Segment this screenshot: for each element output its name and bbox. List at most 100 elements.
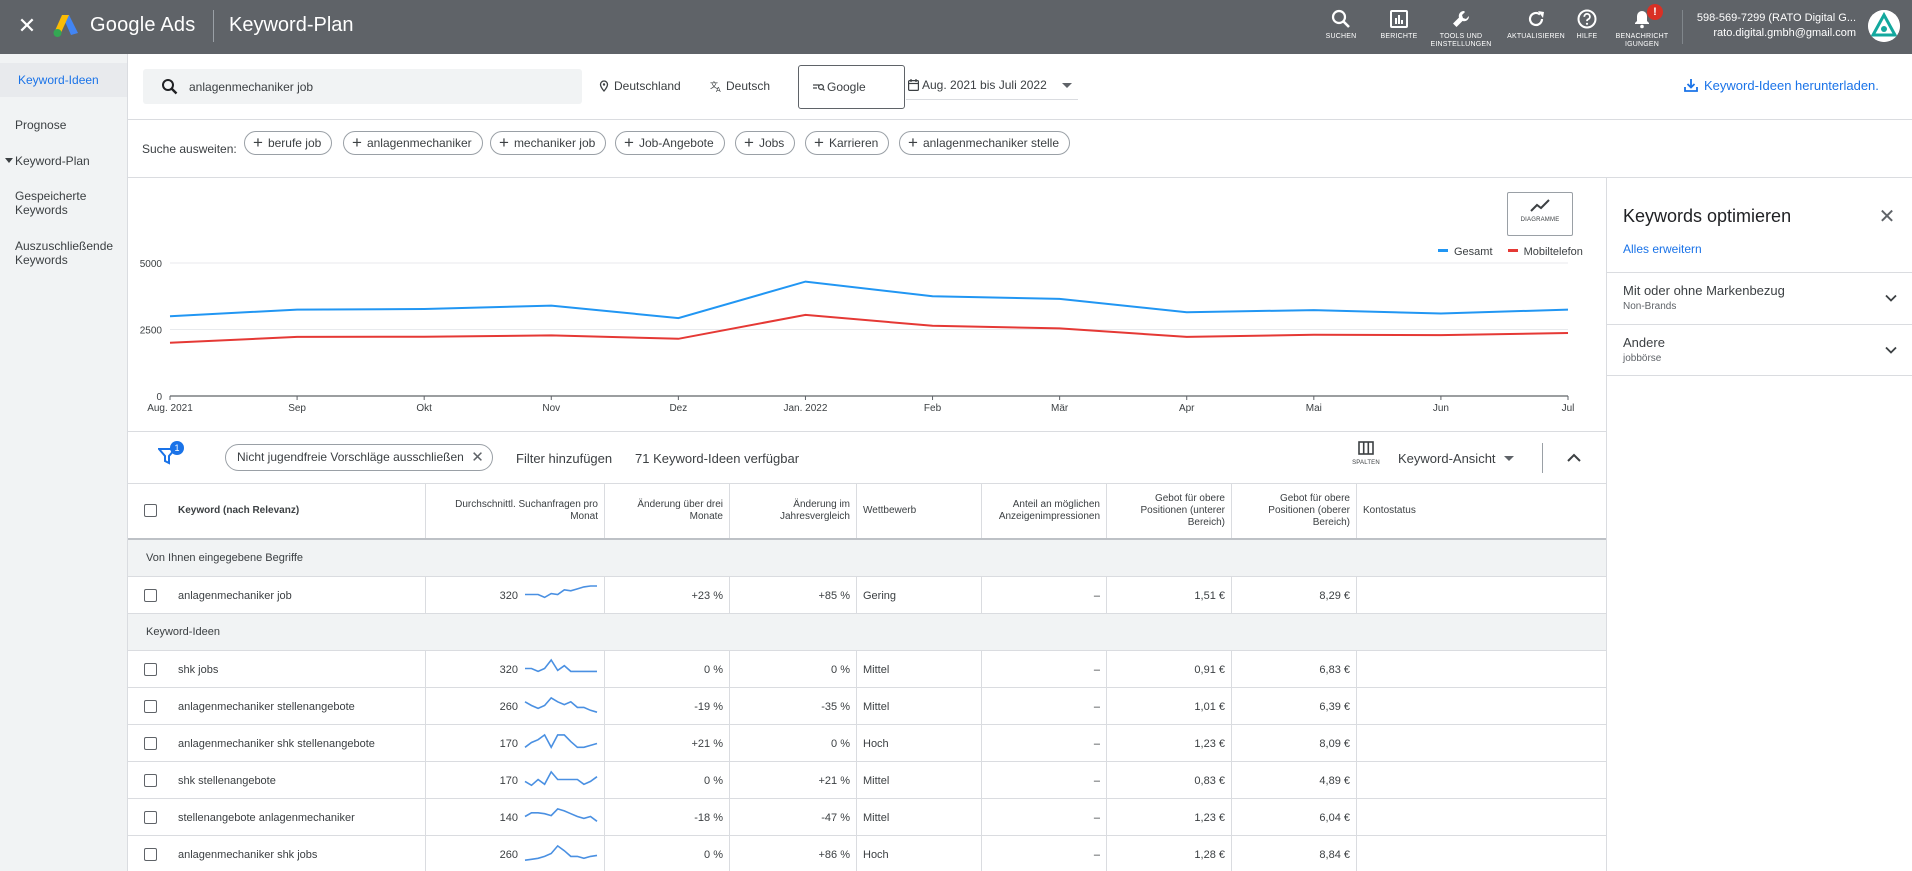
column-header-searches[interactable]: Durchschnittl. Suchanfragen pro Monat	[426, 484, 605, 538]
refine-keywords-panel: Keywords optimieren ✕ Alles erweitern Mi…	[1606, 178, 1912, 871]
column-header-bid-low[interactable]: Gebot für obere Positionen (unterer Bere…	[1107, 484, 1232, 538]
cell-impression-share: –	[982, 577, 1107, 614]
broaden-chip[interactable]: + mechaniker job	[490, 131, 607, 155]
chip-label: anlagenmechaniker	[366, 136, 472, 150]
reports-tool-label: BERICHTE	[1380, 33, 1418, 40]
sparkline-path	[524, 844, 598, 861]
charts-button[interactable]: DIAGRAMME	[1507, 192, 1573, 236]
cell-competition: Hoch	[857, 836, 982, 871]
nav-item-forecast[interactable]: Prognose	[0, 118, 127, 132]
date-range-selector[interactable]: Aug. 2021 bis Juli 2022	[906, 70, 1078, 100]
download-label: Keyword-Ideen herunterladen.	[1704, 78, 1879, 93]
broaden-chip[interactable]: + berufe job	[244, 131, 333, 155]
cell-bid-low: 1,28 €	[1107, 836, 1232, 871]
search-box[interactable]	[143, 69, 582, 104]
column-header-three-month-change[interactable]: Änderung über drei Monate	[605, 484, 730, 538]
column-header-account-status[interactable]: Kontostatus	[1357, 484, 1606, 538]
column-header-yoy-change[interactable]: Änderung im Jahresvergleich	[730, 484, 857, 538]
expand-all-link[interactable]: Alles erweitern	[1623, 242, 1702, 256]
x-tick-label: Nov	[542, 403, 560, 414]
row-checkbox[interactable]	[144, 848, 157, 861]
account-id: 598-569-7299 (RATO Digital G...	[1696, 12, 1856, 24]
account-switcher[interactable]: 598-569-7299 (RATO Digital G... rato.dig…	[1688, 11, 1856, 41]
legend-swatch-total	[1438, 249, 1448, 252]
nav-item-saved-keywords[interactable]: Gespeicherte Keywords	[0, 189, 127, 217]
broaden-chip[interactable]: + anlagenmechaniker	[343, 131, 483, 155]
network-selector[interactable]: Google	[798, 65, 905, 109]
language-selector[interactable]: 文 A Deutsch	[710, 79, 770, 93]
row-checkbox[interactable]	[144, 663, 157, 676]
search-network-icon	[813, 83, 825, 91]
nav-item-keyword-ideas[interactable]: Keyword-Ideen	[0, 63, 127, 97]
refine-section-other[interactable]: Andere jobbörse	[1607, 324, 1912, 376]
cell-bid-high: 4,89 €	[1232, 762, 1357, 799]
chip-label: Karrieren	[828, 136, 879, 150]
table-row[interactable]: anlagenmechaniker job 320 +23 % +85 % Gering…	[128, 577, 1606, 614]
row-checkbox[interactable]	[144, 589, 157, 602]
nav-item-negative-keywords[interactable]: Auszuschließende Keywords	[0, 239, 127, 267]
table-row[interactable]: anlagenmechaniker shk stellenangebote 170…	[128, 725, 1606, 762]
cell-keyword: anlagenmechaniker shk stellenangebote	[128, 725, 426, 762]
entered-rows: anlagenmechaniker job 320 +23 % +85 % Gering…	[128, 577, 1606, 614]
close-icon[interactable]: ✕	[14, 13, 40, 39]
column-header-keyword[interactable]: Keyword (nach Relevanz)	[178, 505, 299, 517]
notifications-tool-button[interactable]: ! BENACHRICHT IGUNGEN	[1607, 4, 1677, 49]
column-header-competition[interactable]: Wettbewerb	[857, 484, 982, 538]
column-header-bid-high[interactable]: Gebot für obere Positionen (oberer Berei…	[1232, 484, 1357, 538]
adult-filter-chip[interactable]: Nicht jugendfreie Vorschläge ausschließe…	[225, 444, 493, 471]
chip-label: berufe job	[267, 136, 322, 150]
keyword-view-dropdown[interactable]: Keyword-Ansicht	[1398, 451, 1514, 466]
cell-three-month-change: +23 %	[605, 577, 730, 614]
refine-section-brands[interactable]: Mit oder ohne Markenbezug Non-Brands	[1607, 272, 1912, 324]
sparkline-path	[524, 770, 598, 787]
search-input[interactable]	[189, 69, 569, 104]
cell-three-month-change: 0 %	[605, 836, 730, 871]
broaden-chip[interactable]: + Karrieren	[805, 131, 890, 155]
nav-item-label: Keyword-Ideen	[18, 73, 99, 87]
chip-label: anlagenmechaniker stelle	[922, 136, 1060, 150]
cell-three-month-change: -18 %	[605, 799, 730, 836]
row-checkbox[interactable]	[144, 737, 157, 750]
cell-account-status	[1357, 836, 1606, 871]
add-filter-button[interactable]: Filter hinzufügen	[516, 451, 612, 466]
close-icon[interactable]: ✕	[471, 445, 484, 470]
sparkline-path	[525, 585, 597, 599]
title-separator	[213, 10, 214, 42]
row-checkbox[interactable]	[144, 700, 157, 713]
table-row[interactable]: shk stellenangebote 170 0 % +21 % Mittel –0,8…	[128, 762, 1606, 799]
cell-bid-high: 8,09 €	[1232, 725, 1357, 762]
table-row[interactable]: shk jobs 320 0 % 0 % Mittel –0,91 €6,83 €	[128, 651, 1606, 688]
column-header-impression-share[interactable]: Anteil an möglichen Anzeigenimpressionen	[982, 484, 1107, 538]
keyword-text: shk jobs	[178, 663, 219, 676]
svg-text:A: A	[716, 87, 721, 92]
broaden-chip[interactable]: + Jobs	[735, 131, 796, 155]
location-selector[interactable]: Deutschland	[598, 79, 681, 93]
cell-bid-low: 0,83 €	[1107, 762, 1232, 799]
tools-settings-button[interactable]: TOOLS UND EINSTELLUNGEN	[1426, 8, 1496, 49]
keyword-text: anlagenmechaniker stellenangebote	[178, 700, 355, 713]
keyword-count: 71 Keyword-Ideen verfügbar	[635, 451, 800, 466]
chip-label: Job-Angebote	[638, 136, 714, 150]
table-row[interactable]: anlagenmechaniker shk jobs 260 0 % +86 % Hoc…	[128, 836, 1606, 871]
select-all-checkbox[interactable]	[144, 504, 157, 517]
table-row[interactable]: stellenangebote anlagenmechaniker 140 -18 …	[128, 799, 1606, 836]
broaden-chip[interactable]: + Job-Angebote	[615, 131, 725, 155]
row-checkbox[interactable]	[144, 811, 157, 824]
y-tick-label: 5000	[140, 259, 163, 270]
cell-bid-high: 6,39 €	[1232, 688, 1357, 725]
close-icon[interactable]: ✕	[1875, 204, 1899, 229]
nav-item-label: Prognose	[15, 118, 67, 132]
broaden-search-label: Suche ausweiten:	[142, 142, 237, 156]
location-pin-icon	[599, 80, 609, 92]
columns-button[interactable]: SPALTEN	[1346, 441, 1386, 466]
nav-item-keyword-plan[interactable]: Keyword-Plan	[0, 154, 127, 168]
avatar[interactable]	[1868, 10, 1900, 42]
table-row[interactable]: anlagenmechaniker stellenangebote 260 -19 …	[128, 688, 1606, 725]
trend-sparkline	[524, 770, 598, 787]
download-keyword-ideas-link[interactable]: Keyword-Ideen herunterladen.	[1684, 78, 1879, 93]
broaden-chip[interactable]: + anlagenmechaniker stelle	[899, 131, 1071, 155]
reports-tool-button[interactable]: BERICHTE	[1364, 8, 1434, 41]
row-checkbox[interactable]	[144, 774, 157, 787]
chevron-up-icon[interactable]	[1564, 448, 1584, 468]
series-line-total	[169, 280, 1569, 320]
